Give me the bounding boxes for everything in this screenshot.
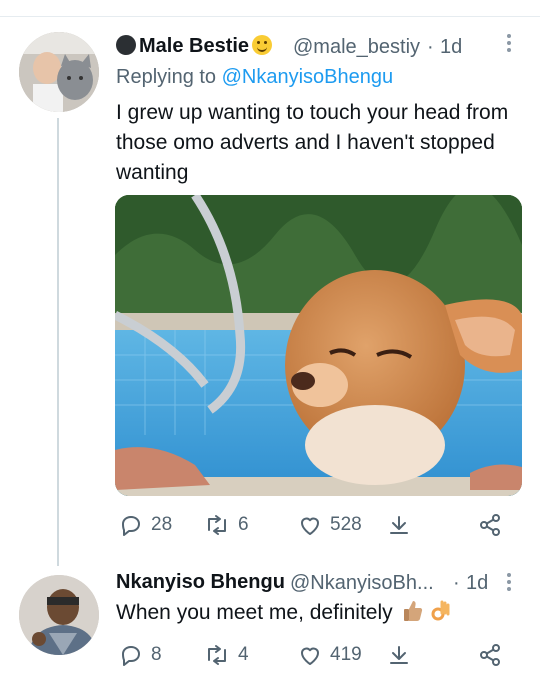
reply-button[interactable]: 28 — [119, 513, 172, 537]
reply-icon — [119, 513, 143, 537]
share-network-button[interactable] — [478, 643, 502, 667]
separator-dot: · — [453, 572, 460, 594]
author-name[interactable]: Male Bestie — [116, 35, 273, 58]
dark-circle-emoji-icon — [116, 35, 136, 55]
tweet-text: I grew up wanting to touch your head fro… — [116, 98, 508, 188]
like-button[interactable]: 528 — [298, 513, 362, 537]
retweet-icon — [204, 643, 230, 667]
author-handle[interactable]: @NkanyisoBh... — [290, 572, 434, 595]
author-handle[interactable]: @male_bestiy — [293, 36, 420, 59]
reply-count: 8 — [151, 644, 162, 665]
tweet-text: When you meet me, definitely — [116, 598, 452, 632]
heart-icon — [298, 513, 322, 537]
thread-connector — [57, 118, 59, 566]
retweet-icon — [204, 513, 230, 537]
timestamp[interactable]: 1d — [466, 572, 488, 595]
like-count: 419 — [330, 644, 362, 665]
like-count: 528 — [330, 514, 362, 535]
share-button[interactable] — [388, 643, 410, 667]
retweet-count: 6 — [238, 514, 249, 535]
tweet-text-line: I grew up wanting to touch your head fro… — [116, 101, 509, 124]
display-name[interactable]: Nkanyiso Bhengu — [116, 571, 285, 594]
ok-hand-emoji-icon — [430, 599, 452, 632]
share-network-icon — [478, 513, 502, 537]
retweet-button[interactable]: 6 — [204, 513, 249, 537]
thumbs-up-emoji-icon — [402, 599, 424, 632]
share-icon — [388, 643, 410, 667]
separator-dot: · — [427, 36, 434, 58]
retweet-button[interactable]: 4 — [204, 643, 249, 667]
reply-count: 28 — [151, 514, 173, 535]
tweet-text-line: When you meet me, definitely — [116, 601, 393, 624]
tweet-text-line: wanting — [116, 161, 189, 184]
more-vertical-icon[interactable] — [506, 572, 512, 597]
share-network-button[interactable] — [478, 513, 502, 537]
share-button[interactable] — [388, 513, 410, 537]
reply-button[interactable]: 8 — [119, 643, 162, 667]
top-divider — [0, 16, 540, 17]
reply-prefix: Replying to — [116, 66, 217, 88]
heart-icon — [298, 643, 322, 667]
tweet-media-image[interactable] — [115, 195, 522, 496]
reply-icon — [119, 643, 143, 667]
timestamp[interactable]: 1d — [440, 36, 462, 59]
retweet-count: 4 — [238, 644, 249, 665]
share-icon — [388, 513, 410, 537]
avatar[interactable] — [19, 575, 99, 655]
tweet-text-line: those omo adverts and I haven't stopped — [116, 131, 495, 154]
reply-context: Replying to @NkanyisoBhengu — [116, 66, 393, 89]
display-name: Male Bestie — [139, 35, 250, 57]
more-vertical-icon[interactable] — [506, 33, 512, 58]
like-button[interactable]: 419 — [298, 643, 362, 667]
smile-emoji-icon — [252, 35, 273, 55]
reply-handle-link[interactable]: @NkanyisoBhengu — [222, 66, 394, 88]
share-network-icon — [478, 643, 502, 667]
avatar[interactable] — [19, 32, 99, 112]
